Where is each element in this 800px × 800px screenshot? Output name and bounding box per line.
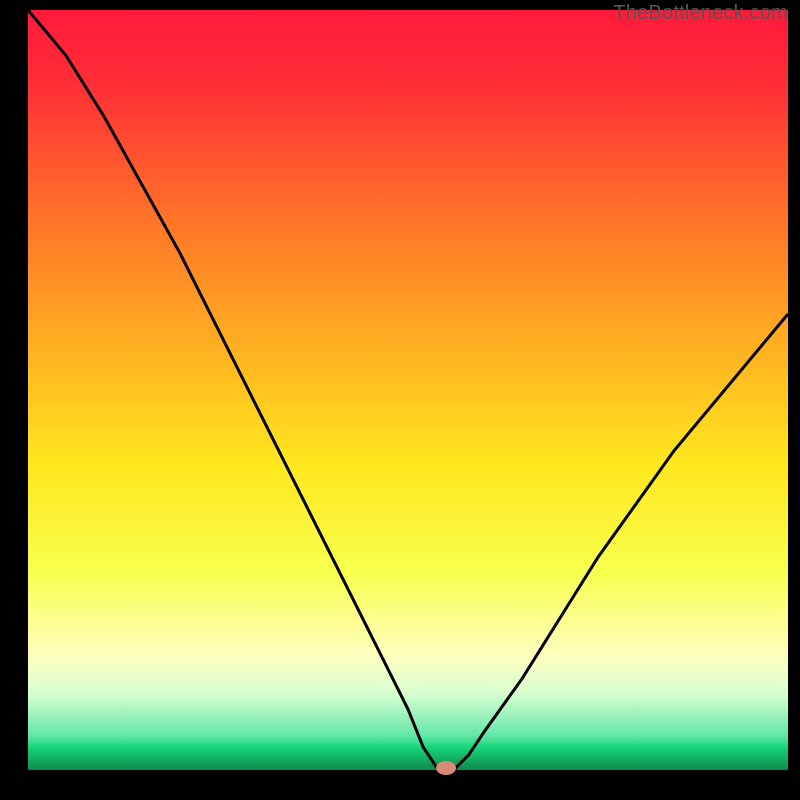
plot-area bbox=[28, 10, 788, 770]
chart-container: { "attribution": "TheBottleneck.com", "c… bbox=[0, 0, 800, 800]
bottleneck-chart bbox=[0, 0, 800, 800]
optimum-marker bbox=[436, 761, 456, 775]
attribution-text: TheBottleneck.com bbox=[613, 2, 788, 25]
